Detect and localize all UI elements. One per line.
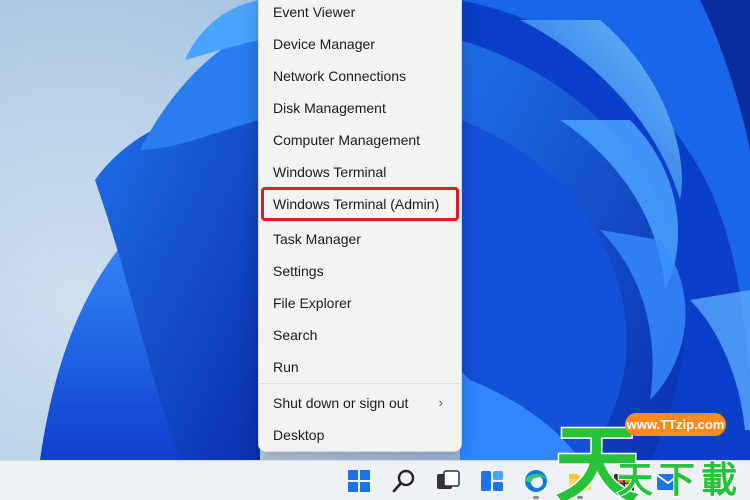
- menu-item-run[interactable]: Run: [263, 352, 457, 382]
- menu-item-windows-terminal[interactable]: Windows Terminal: [263, 157, 457, 187]
- menu-item-device-manager[interactable]: Device Manager: [263, 29, 457, 59]
- menu-item-computer-management[interactable]: Computer Management: [263, 125, 457, 155]
- edge-icon[interactable]: [522, 467, 550, 495]
- menu-item-task-manager[interactable]: Task Manager: [263, 224, 457, 254]
- menu-item-file-explorer[interactable]: File Explorer: [263, 288, 457, 318]
- quick-link-menu: Event Viewer Device Manager Network Conn…: [258, 0, 462, 452]
- menu-item-disk-management[interactable]: Disk Management: [263, 93, 457, 123]
- menu-item-network-connections[interactable]: Network Connections: [263, 61, 457, 91]
- menu-item-windows-terminal-admin[interactable]: Windows Terminal (Admin): [261, 187, 459, 221]
- watermark-url: www.TTzip.com: [625, 413, 726, 436]
- menu-item-event-viewer[interactable]: Event Viewer: [263, 0, 457, 27]
- menu-item-desktop[interactable]: Desktop: [263, 420, 457, 450]
- watermark-logo: 天 天下載 www.TTzip.com: [554, 402, 750, 500]
- chevron-right-icon: ›: [438, 395, 443, 410]
- menu-item-label: Shut down or sign out: [273, 395, 409, 411]
- menu-item-settings[interactable]: Settings: [263, 256, 457, 286]
- search-icon[interactable]: [390, 467, 418, 495]
- task-view-icon[interactable]: [434, 467, 462, 495]
- active-app-indicator: [533, 496, 539, 499]
- menu-separator: [259, 221, 461, 222]
- menu-separator: [259, 383, 461, 384]
- desktop: Event Viewer Device Manager Network Conn…: [0, 0, 750, 500]
- menu-item-search[interactable]: Search: [263, 320, 457, 350]
- watermark-small-glyphs: 天下載: [617, 460, 743, 500]
- menu-item-shut-down-or-sign-out[interactable]: Shut down or sign out ›: [263, 388, 457, 418]
- start-icon[interactable]: [345, 467, 373, 495]
- widgets-icon[interactable]: [478, 467, 506, 495]
